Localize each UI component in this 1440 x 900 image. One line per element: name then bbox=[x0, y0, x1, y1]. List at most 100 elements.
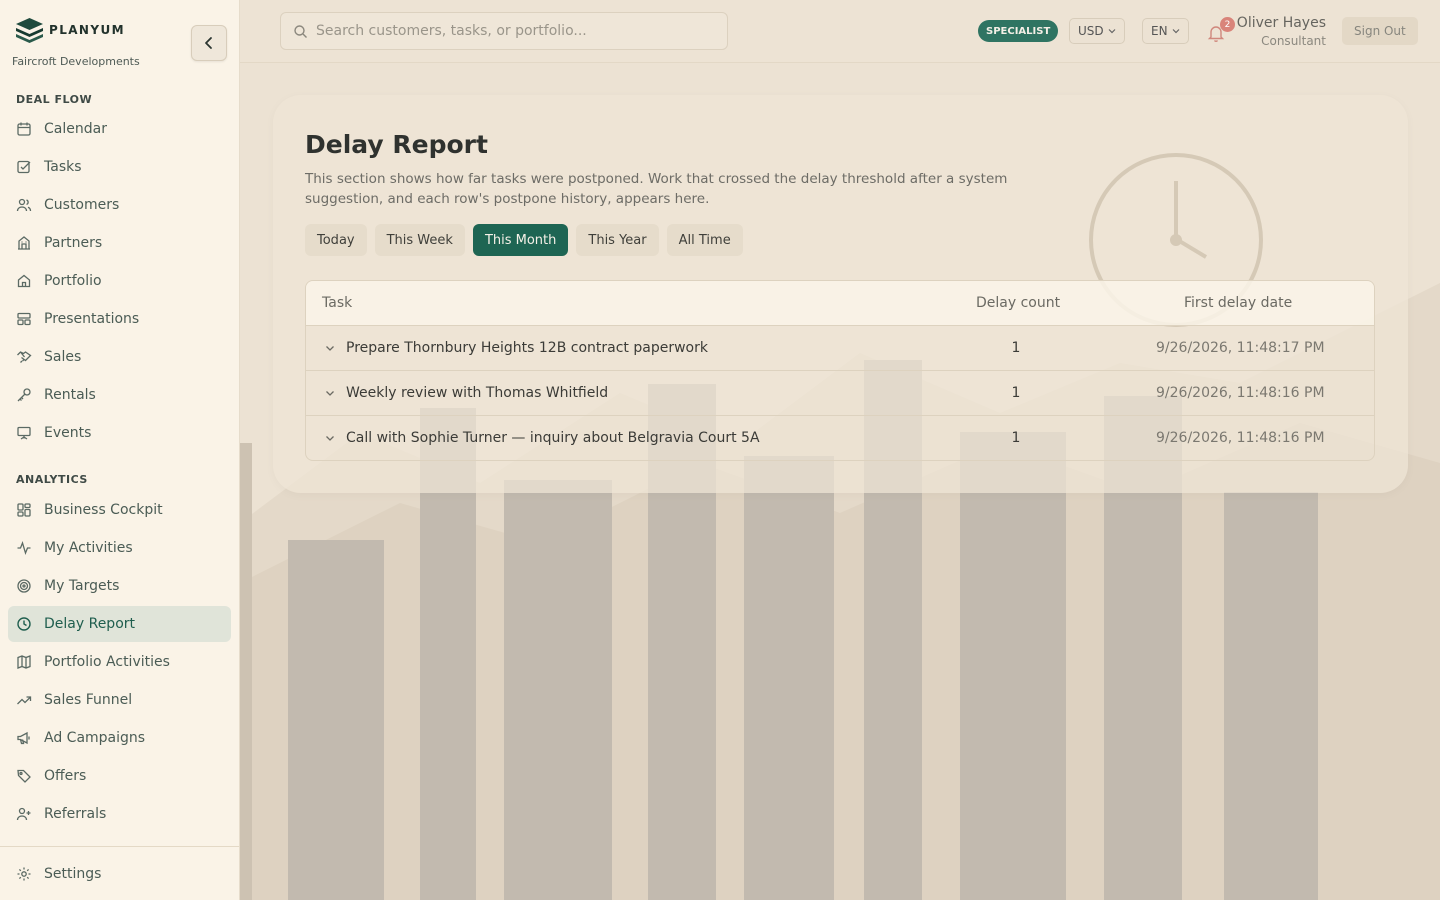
table-row[interactable]: Call with Sophie Turner — inquiry about … bbox=[306, 416, 1374, 460]
building-icon bbox=[16, 235, 32, 251]
planyum-logo-icon bbox=[16, 18, 43, 43]
filter-all-time[interactable]: All Time bbox=[666, 224, 743, 256]
sidebar-item-label: Offers bbox=[44, 768, 87, 784]
task-name: Prepare Thornbury Heights 12B contract p… bbox=[346, 340, 708, 356]
language-value: EN bbox=[1151, 24, 1168, 38]
sidebar-item-ad-campaigns[interactable]: Ad Campaigns bbox=[8, 720, 231, 756]
sidebar-item-customers[interactable]: Customers bbox=[8, 187, 231, 223]
sidebar-item-portfolio[interactable]: Portfolio bbox=[8, 263, 231, 299]
search-bar[interactable] bbox=[280, 12, 728, 50]
filter-this-week[interactable]: This Week bbox=[374, 224, 465, 256]
filter-this-year[interactable]: This Year bbox=[576, 224, 659, 256]
sidebar-item-label: Business Cockpit bbox=[44, 502, 163, 518]
sidebar-item-label: Events bbox=[44, 425, 92, 441]
sidebar-item-delay-report[interactable]: Delay Report bbox=[8, 606, 231, 642]
first-delay-date: 9/26/2026, 11:48:17 PM bbox=[1156, 340, 1325, 356]
sidebar-item-settings[interactable]: Settings bbox=[8, 856, 231, 892]
sidebar-item-referrals[interactable]: Referrals bbox=[8, 796, 231, 832]
sidebar-item-calendar[interactable]: Calendar bbox=[8, 111, 231, 147]
brand[interactable]: PLANYUM bbox=[14, 17, 125, 43]
search-input[interactable] bbox=[316, 23, 706, 39]
delay-report-card: Delay Report This section shows how far … bbox=[273, 95, 1408, 493]
chevron-left-icon bbox=[205, 37, 212, 49]
target-icon bbox=[16, 578, 32, 594]
sidebar-item-sales[interactable]: Sales bbox=[8, 339, 231, 375]
user-role: Consultant bbox=[1261, 34, 1326, 48]
search-icon bbox=[293, 24, 308, 39]
sidebar-item-my-targets[interactable]: My Targets bbox=[8, 568, 231, 604]
key-icon bbox=[16, 387, 32, 403]
company-name: Faircroft Developments bbox=[12, 55, 140, 68]
clock-icon bbox=[16, 616, 32, 632]
layout-icon bbox=[16, 311, 32, 327]
chevron-down-icon bbox=[1108, 29, 1116, 34]
delay-count: 1 bbox=[1011, 385, 1021, 401]
page-description: This section shows how far tasks were po… bbox=[305, 171, 1008, 207]
sidebar-divider bbox=[0, 846, 239, 847]
sidebar-item-label: Referrals bbox=[44, 806, 107, 822]
page-title: Delay Report bbox=[305, 130, 488, 159]
language-select[interactable]: EN bbox=[1142, 18, 1189, 44]
sidebar-item-label: Ad Campaigns bbox=[44, 730, 146, 746]
task-name: Weekly review with Thomas Whitfield bbox=[346, 385, 609, 401]
delay-count: 1 bbox=[1011, 430, 1021, 446]
section-label-deal-flow: DEAL FLOW bbox=[16, 93, 93, 106]
sidebar-item-label: Portfolio bbox=[44, 273, 102, 289]
calendar-icon bbox=[16, 121, 32, 137]
handshake-icon bbox=[16, 349, 32, 365]
column-header-first-delay-date[interactable]: First delay date bbox=[1184, 295, 1292, 311]
sidebar-item-offers[interactable]: Offers bbox=[8, 758, 231, 794]
sidebar-item-label: Partners bbox=[44, 235, 103, 251]
expand-row-chevron-icon[interactable] bbox=[322, 340, 338, 356]
first-delay-date: 9/26/2026, 11:48:16 PM bbox=[1156, 385, 1325, 401]
sidebar-item-label: My Activities bbox=[44, 540, 133, 556]
collapse-sidebar-button[interactable] bbox=[191, 25, 227, 61]
sidebar-item-label: Sales bbox=[44, 349, 82, 365]
notification-count-badge: 2 bbox=[1220, 17, 1235, 32]
presentation-board-icon bbox=[16, 425, 32, 441]
home-icon bbox=[16, 273, 32, 289]
user-name[interactable]: Oliver Hayes bbox=[1237, 15, 1326, 31]
column-header-delay-count[interactable]: Delay count bbox=[976, 295, 1060, 311]
map-icon bbox=[16, 654, 32, 670]
users-icon bbox=[16, 197, 32, 213]
tag-icon bbox=[16, 768, 32, 784]
role-badge: SPECIALIST bbox=[978, 20, 1059, 42]
delay-table: Task Delay count First delay date Prepar… bbox=[305, 280, 1375, 461]
table-row[interactable]: Prepare Thornbury Heights 12B contract p… bbox=[306, 326, 1374, 371]
section-label-analytics: ANALYTICS bbox=[16, 473, 88, 486]
expand-row-chevron-icon[interactable] bbox=[322, 385, 338, 401]
sidebar-item-label: Customers bbox=[44, 197, 120, 213]
sidebar-item-business-cockpit[interactable]: Business Cockpit bbox=[8, 492, 231, 528]
sidebar-item-label: Settings bbox=[44, 866, 102, 882]
sidebar-item-label: Calendar bbox=[44, 121, 107, 137]
table-row[interactable]: Weekly review with Thomas Whitfield 1 9/… bbox=[306, 371, 1374, 416]
currency-select[interactable]: USD bbox=[1069, 18, 1125, 44]
sidebar-item-portfolio-activities[interactable]: Portfolio Activities bbox=[8, 644, 231, 680]
filter-today[interactable]: Today bbox=[305, 224, 367, 256]
table-header: Task Delay count First delay date bbox=[306, 281, 1374, 326]
first-delay-date: 9/26/2026, 11:48:16 PM bbox=[1156, 430, 1325, 446]
sidebar-item-rentals[interactable]: Rentals bbox=[8, 377, 231, 413]
sidebar: PLANYUM Faircroft Developments DEAL FLOW… bbox=[0, 0, 240, 900]
megaphone-icon bbox=[16, 730, 32, 746]
sign-out-button[interactable]: Sign Out bbox=[1342, 17, 1418, 45]
sidebar-item-label: Rentals bbox=[44, 387, 96, 403]
sidebar-item-sales-funnel[interactable]: Sales Funnel bbox=[8, 682, 231, 718]
gear-icon bbox=[16, 866, 32, 882]
activity-icon bbox=[16, 540, 32, 556]
sidebar-item-presentations[interactable]: Presentations bbox=[8, 301, 231, 337]
sidebar-item-label: Presentations bbox=[44, 311, 140, 327]
sidebar-item-events[interactable]: Events bbox=[8, 415, 231, 451]
top-bar: SPECIALIST USD EN 2 Oliver Hayes Consult… bbox=[240, 0, 1440, 63]
notifications-button[interactable]: 2 bbox=[1206, 17, 1235, 44]
sidebar-item-my-activities[interactable]: My Activities bbox=[8, 530, 231, 566]
column-header-task[interactable]: Task bbox=[322, 295, 352, 311]
sidebar-item-label: Tasks bbox=[44, 159, 82, 175]
sidebar-item-partners[interactable]: Partners bbox=[8, 225, 231, 261]
sidebar-item-label: Sales Funnel bbox=[44, 692, 133, 708]
dashboard-icon bbox=[16, 502, 32, 518]
sidebar-item-tasks[interactable]: Tasks bbox=[8, 149, 231, 185]
expand-row-chevron-icon[interactable] bbox=[322, 430, 338, 446]
filter-this-month[interactable]: This Month bbox=[472, 224, 569, 256]
